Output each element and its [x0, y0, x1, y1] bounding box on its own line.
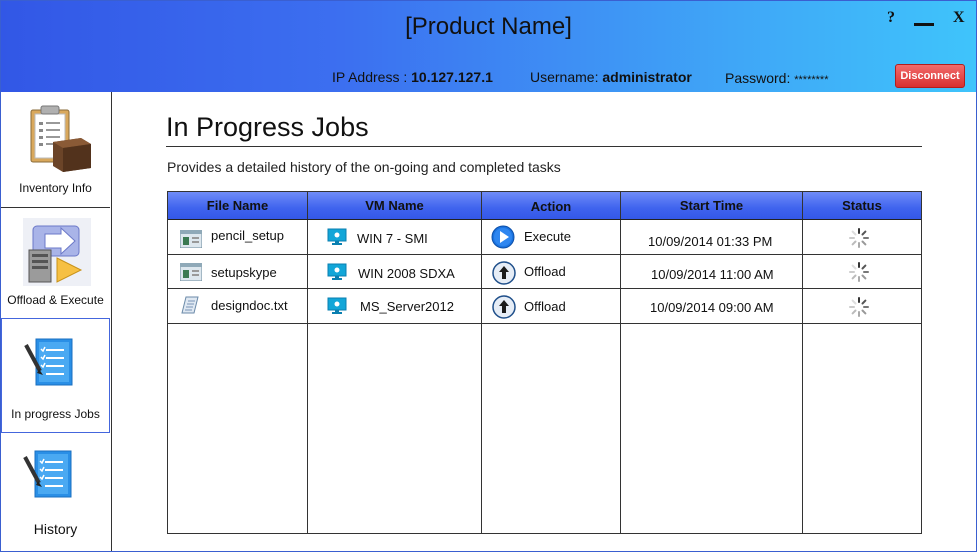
app-window-icon: [180, 230, 202, 248]
close-button[interactable]: X: [953, 9, 965, 27]
row-divider: [168, 219, 921, 220]
upload-circle-icon[interactable]: [492, 261, 516, 285]
password-label: Password:: [725, 70, 795, 86]
vm-name: WIN 2008 SDXA: [358, 266, 455, 281]
sidebar-item-label: Offload & Execute: [7, 293, 104, 307]
table-header: File Name VM Name Action Start Time Stat…: [168, 192, 921, 219]
checklist-pen-icon: [23, 450, 72, 498]
ip-address-label: IP Address :: [332, 69, 412, 85]
product-title: [Product Name]: [405, 13, 572, 40]
server-arrow-icon: [23, 218, 91, 286]
page-subtitle: Provides a detailed history of the on-go…: [167, 159, 561, 175]
monitor-icon: [327, 297, 347, 314]
help-button[interactable]: ?: [887, 9, 895, 27]
vm-name: MS_Server2012: [360, 299, 454, 314]
file-name: setupskype: [211, 265, 277, 280]
row-divider: [168, 288, 921, 289]
sidebar: Inventory Info Offload & Execute In prog…: [1, 92, 112, 551]
clipboard-box-icon: [30, 105, 91, 172]
row-divider: [168, 323, 921, 324]
spinner-icon: [849, 297, 869, 317]
monitor-icon: [327, 263, 347, 280]
column-divider: [307, 192, 308, 533]
sidebar-item-inventory-info[interactable]: Inventory Info: [1, 92, 110, 208]
text-file-icon: [181, 296, 199, 314]
ip-address-info: IP Address : 10.127.127.1: [332, 69, 493, 85]
sidebar-item-history[interactable]: History: [1, 433, 110, 551]
app-window-icon: [180, 263, 202, 281]
password-info: Password: ********: [725, 70, 829, 86]
minimize-button[interactable]: [914, 23, 934, 26]
app-window: [Product Name] ? X IP Address : 10.127.1…: [0, 0, 977, 552]
action-label[interactable]: Offload: [524, 299, 566, 314]
sidebar-item-offload-execute[interactable]: Offload & Execute: [1, 208, 110, 319]
main-content: In Progress Jobs Provides a detailed his…: [112, 92, 976, 551]
column-divider: [481, 192, 482, 533]
start-time: 10/09/2014 09:00 AM: [650, 300, 774, 315]
play-circle-icon[interactable]: [491, 225, 515, 249]
sidebar-item-in-progress-jobs[interactable]: In progress Jobs: [1, 318, 110, 433]
checklist-pen-icon: [24, 338, 73, 386]
username-value: administrator: [602, 69, 692, 85]
column-divider: [620, 192, 621, 533]
spinner-icon: [849, 228, 869, 248]
start-time: 10/09/2014 01:33 PM: [648, 234, 773, 249]
username-info: Username: administrator: [530, 69, 692, 85]
column-header-status[interactable]: Status: [803, 192, 921, 219]
title-bar: [Product Name] ? X IP Address : 10.127.1…: [1, 1, 976, 92]
monitor-icon: [327, 228, 347, 245]
column-header-file-name[interactable]: File Name: [168, 192, 307, 219]
vm-name: WIN 7 - SMI: [357, 231, 428, 246]
jobs-table: File Name VM Name Action Start Time Stat…: [167, 191, 922, 534]
username-label: Username:: [530, 69, 603, 85]
column-header-vm-name[interactable]: VM Name: [308, 192, 481, 219]
upload-circle-icon[interactable]: [492, 295, 516, 319]
title-divider: [166, 146, 922, 147]
action-label[interactable]: Offload: [524, 264, 566, 279]
column-header-start-time[interactable]: Start Time: [621, 192, 802, 219]
sidebar-item-label: History: [33, 521, 78, 537]
ip-address-value: 10.127.127.1: [411, 69, 493, 85]
spinner-icon: [849, 262, 869, 282]
page-title: In Progress Jobs: [166, 112, 369, 142]
sidebar-item-label: Inventory Info: [19, 181, 92, 195]
column-header-action[interactable]: Action: [482, 193, 620, 220]
start-time: 10/09/2014 11:00 AM: [651, 267, 774, 282]
row-divider: [168, 254, 921, 255]
password-value: ********: [794, 74, 829, 86]
file-name: designdoc.txt: [211, 298, 288, 313]
action-label[interactable]: Execute: [524, 229, 571, 244]
column-divider: [802, 192, 803, 533]
sidebar-item-label: In progress Jobs: [11, 407, 100, 421]
file-name: pencil_setup: [211, 228, 284, 243]
disconnect-button[interactable]: Disconnect: [895, 64, 965, 88]
